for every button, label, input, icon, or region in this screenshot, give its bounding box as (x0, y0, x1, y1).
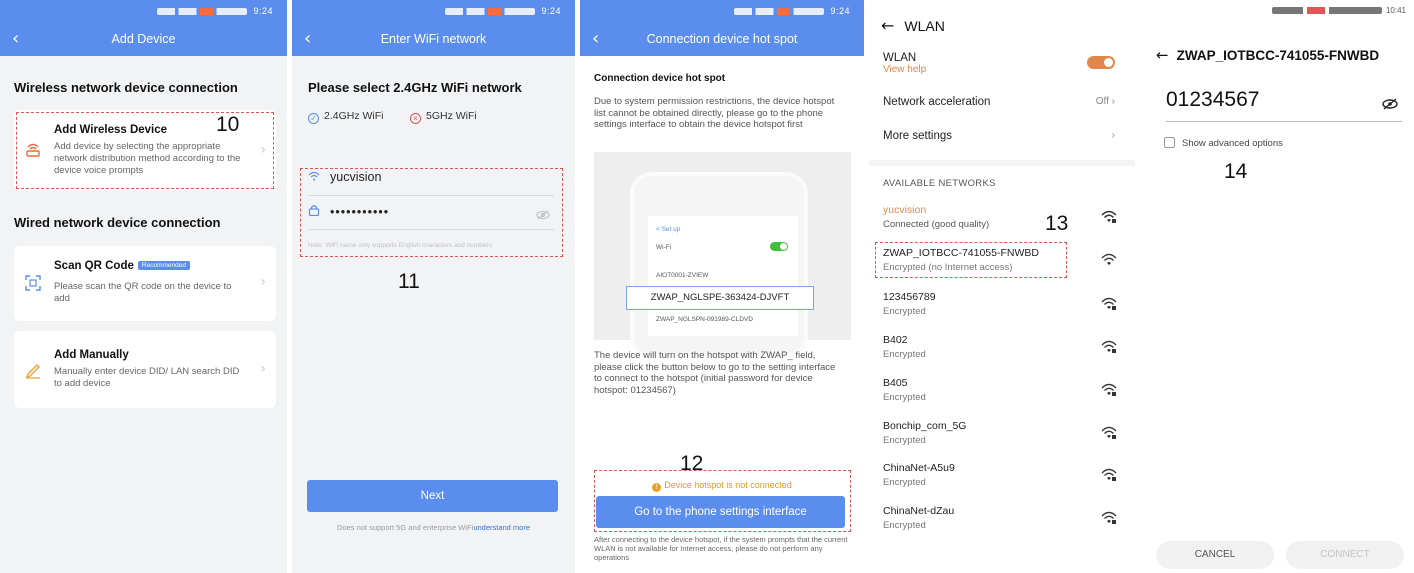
screen-wlan: ← WLAN WLAN View help Network acceleratio… (869, 0, 1135, 573)
chevron-right-icon: › (1111, 96, 1115, 107)
wifi-lock-icon (1101, 511, 1117, 524)
card-description: Manually enter device DID/ LAN search DI… (54, 366, 240, 389)
divider (869, 160, 1135, 166)
app-header: 9:24 ‹ Connection device hot spot (580, 0, 864, 56)
network-item[interactable]: Bonchip_com_5G Encrypted (883, 420, 1117, 460)
eye-off-icon[interactable] (1382, 98, 1398, 110)
toggle-icon (770, 242, 788, 251)
status-bar: 9:24 (580, 0, 864, 22)
wifi-icon (1101, 253, 1117, 265)
highlighted-hotspot: ZWAP_NGLSPE-363424-DJVFT (626, 286, 814, 310)
next-button[interactable]: Next (307, 480, 558, 512)
wireless-section-title: Wireless network device connection (14, 80, 238, 95)
recommended-badge: Recommended (137, 261, 190, 270)
hotspot-heading: Connection device hot spot (594, 73, 726, 84)
wifi-lock-icon (1101, 210, 1117, 223)
page-title: Enter WiFi network (380, 32, 487, 46)
status-bar: 10:41 (1271, 6, 1406, 15)
back-icon[interactable]: ‹ (592, 22, 599, 56)
wlan-toggle-row[interactable]: WLAN View help (883, 52, 1115, 75)
wifi-lock-icon (1101, 297, 1117, 310)
wlan-toggle[interactable] (1087, 56, 1115, 69)
chevron-right-icon: › (260, 361, 266, 377)
screen-connect-hotspot: 10:41 ← ZWAP_IOTBCC-741055-FNWBD 01234567… (1140, 0, 1414, 573)
screen-enter-wifi: 9:24 ‹ Enter WiFi network Please select … (292, 0, 575, 573)
network-acceleration-row[interactable]: Network acceleration Off › (883, 96, 1115, 108)
scan-qr-card[interactable]: Scan QR Code Recommended Please scan the … (14, 246, 276, 321)
annotation-box (594, 470, 851, 532)
back-icon[interactable]: ‹ (304, 22, 311, 56)
phone-illustration: < Set up Wi-Fi AIOT0001-ZVIEW ZWAP_NGLSP… (594, 152, 851, 358)
status-bar: 9:24 (292, 0, 575, 22)
card-title: Scan QR Code Recommended (54, 260, 190, 272)
intro-text: Due to system permission restrictions, t… (594, 96, 835, 130)
wifi-lock-icon (1101, 340, 1117, 353)
option-5ghz: × 5GHz WiFi (410, 110, 477, 124)
app-header: 9:24 ‹ Add Device (0, 0, 287, 56)
wlan-header: ← WLAN (881, 16, 945, 35)
network-item[interactable]: B402 Encrypted (883, 334, 1117, 374)
step-number: 14 (1224, 160, 1248, 183)
available-networks-caption: AVAILABLE NETWORKS (883, 178, 996, 189)
screen-hotspot: 9:24 ‹ Connection device hot spot Connec… (580, 0, 864, 573)
wifi-heading: Please select 2.4GHz WiFi network (308, 80, 522, 95)
cross-circle-icon: × (410, 113, 421, 124)
wifi-lock-icon (1101, 426, 1117, 439)
back-arrow-icon[interactable]: ← (881, 16, 894, 35)
qr-scan-icon (25, 275, 41, 291)
annotation-box (300, 168, 563, 257)
pencil-icon (25, 364, 40, 379)
annotation-box (875, 242, 1067, 278)
network-title: ← ZWAP_IOTBCC-741055-FNWBD (1156, 46, 1380, 64)
network-item[interactable]: ChinaNet-dZau Encrypted (883, 505, 1117, 545)
card-description: Please scan the QR code on the device to… (54, 281, 232, 304)
chevron-right-icon: › (1111, 130, 1115, 141)
wifi-lock-icon (1101, 468, 1117, 481)
cancel-button[interactable]: CANCEL (1156, 541, 1274, 569)
step-number: 11 (398, 270, 420, 293)
view-help-link[interactable]: View help (883, 64, 1115, 75)
password-input[interactable]: 01234567 (1166, 88, 1402, 122)
network-item[interactable]: 123456789 Encrypted (883, 291, 1117, 331)
advanced-options-checkbox[interactable]: Show advanced options (1164, 137, 1283, 149)
page-title: Connection device hot spot (646, 32, 798, 46)
connect-button[interactable]: CONNECT (1286, 541, 1404, 569)
back-icon[interactable]: ‹ (12, 22, 19, 56)
network-item[interactable]: yucvision Connected (good quality) (883, 204, 1117, 244)
option-24ghz: ✓ 2.4GHz WiFi (308, 110, 384, 124)
wired-section-title: Wired network device connection (14, 215, 221, 230)
chevron-right-icon: › (260, 274, 266, 290)
page-title: Add Device (111, 32, 176, 46)
add-manually-card[interactable]: Add Manually Manually enter device DID/ … (14, 331, 276, 408)
network-item[interactable]: ChinaNet-A5u9 Encrypted (883, 462, 1117, 502)
footer-note: After connecting to the device hotspot, … (594, 535, 848, 562)
screen-add-device: 9:24 ‹ Add Device Wireless network devic… (0, 0, 287, 573)
step-number: 10 (216, 113, 240, 136)
app-header: 9:24 ‹ Enter WiFi network (292, 0, 575, 56)
footer-note: Does not support 5G and enterprise WiFiu… (336, 523, 531, 532)
wifi-lock-icon (1101, 383, 1117, 396)
network-item[interactable]: B405 Encrypted (883, 377, 1117, 417)
instructions-text: The device will turn on the hotspot with… (594, 350, 836, 396)
back-arrow-icon[interactable]: ← (1156, 46, 1169, 64)
card-title: Add Manually (54, 349, 129, 361)
understand-more-link[interactable]: understand more (473, 523, 530, 532)
check-circle-icon: ✓ (308, 113, 319, 124)
more-settings-row[interactable]: More settings › (883, 130, 1115, 142)
checkbox-icon[interactable] (1164, 137, 1175, 148)
status-bar: 9:24 (0, 0, 287, 22)
